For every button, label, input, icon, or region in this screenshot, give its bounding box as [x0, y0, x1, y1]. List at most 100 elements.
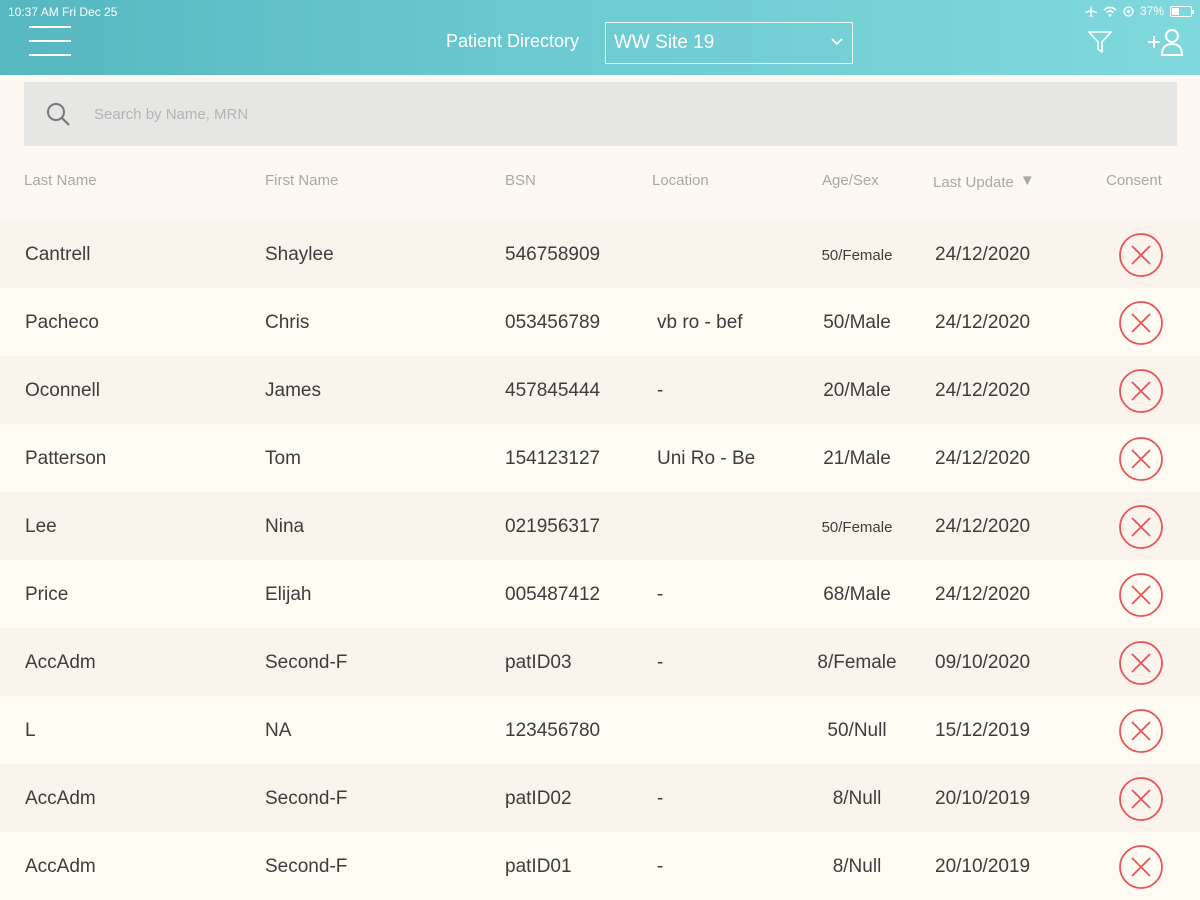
cell-location: - [657, 856, 664, 877]
x-circle-icon [1119, 437, 1163, 481]
table-row[interactable]: AccAdm Second-F patID03 - 8/Female 09/10/2020 [0, 628, 1200, 696]
cell-last-name: Cantrell [25, 244, 91, 265]
x-circle-icon [1119, 777, 1163, 821]
cell-bsn: 005487412 [505, 584, 601, 605]
column-header-first-name[interactable]: First Name [265, 172, 338, 189]
cell-age-sex: 21/Male [823, 448, 891, 469]
cell-last-name: Price [25, 584, 69, 605]
search-bar [24, 82, 1177, 146]
cell-bsn: 021956317 [505, 516, 601, 537]
consent-status-button[interactable] [1118, 776, 1164, 822]
cell-age-sex: 8/Null [832, 856, 882, 877]
battery-level [1172, 7, 1179, 15]
cell-location: - [657, 652, 664, 673]
cell-bsn: 154123127 [505, 448, 601, 469]
cell-bsn: patID02 [505, 788, 572, 809]
x-circle-icon [1119, 505, 1163, 549]
cell-last-name: L [25, 720, 36, 741]
cell-location: Uni Ro - Be [657, 448, 756, 469]
cell-last-update: 20/10/2019 [935, 856, 1031, 877]
cell-last-name: AccAdm [25, 652, 96, 673]
cell-last-update: 24/12/2020 [935, 244, 1031, 265]
consent-status-button[interactable] [1118, 300, 1164, 346]
column-header-last-update-label: Last Update [933, 174, 1014, 191]
cell-first-name: Tom [265, 448, 301, 469]
consent-status-button[interactable] [1118, 368, 1164, 414]
consent-status-button[interactable] [1118, 232, 1164, 278]
cell-last-update: 24/12/2020 [935, 516, 1031, 537]
x-circle-icon [1119, 845, 1163, 889]
cell-first-name: Second-F [265, 856, 348, 877]
cell-last-name: AccAdm [25, 788, 96, 809]
table-row[interactable]: Cantrell Shaylee 546758909 50/Female 24/12/2… [0, 220, 1200, 288]
cell-first-name: NA [265, 720, 292, 741]
column-header-last-update[interactable]: Last Update ▼ [933, 172, 1035, 191]
table-row[interactable]: Price Elijah 005487412 - 68/Male 24/12/2020 [0, 560, 1200, 628]
cell-age-sex: 50/Female [821, 247, 893, 264]
table-row[interactable]: AccAdm Second-F patID02 - 8/Null 20/10/2019 [0, 764, 1200, 832]
consent-status-button[interactable] [1118, 572, 1164, 618]
battery-icon [1170, 5, 1194, 17]
status-indicators: 37% [1084, 4, 1194, 18]
table-row[interactable]: Pacheco Chris 053456789 vb ro - bef 50/Male 2… [0, 288, 1200, 356]
cell-location: - [657, 584, 664, 605]
cell-first-name: Elijah [265, 584, 312, 605]
chevron-down-icon [831, 38, 843, 46]
add-user-icon [1148, 29, 1184, 56]
filter-button[interactable] [1087, 30, 1113, 59]
hamburger-menu-button[interactable] [29, 24, 71, 58]
page-title: Patient Directory [446, 31, 580, 51]
cell-age-sex: 8/Female [817, 652, 897, 673]
table-row[interactable]: Patterson Tom 154123127 Uni Ro - Be 21/Male 2… [0, 424, 1200, 492]
x-circle-icon [1119, 369, 1163, 413]
cell-first-name: Chris [265, 312, 310, 333]
consent-status-button[interactable] [1118, 708, 1164, 754]
cell-age-sex: 50/Female [821, 519, 893, 536]
column-header-consent: Consent [1106, 172, 1162, 189]
battery-percent: 37% [1139, 4, 1164, 18]
cell-last-update: 24/12/2020 [935, 448, 1031, 469]
cell-age-sex: 8/Null [832, 788, 882, 809]
table-row[interactable]: Lee Nina 021956317 50/Female 24/12/2020 [0, 492, 1200, 560]
cell-first-name: Shaylee [265, 244, 334, 265]
column-header-bsn[interactable]: BSN [505, 172, 536, 189]
cell-age-sex: 50/Null [827, 720, 887, 741]
sort-down-icon: ▼ [1019, 172, 1035, 189]
cell-last-update: 09/10/2020 [935, 652, 1031, 673]
cell-bsn: 053456789 [505, 312, 601, 333]
cell-last-name: Oconnell [25, 380, 100, 401]
cell-bsn: patID03 [505, 652, 572, 673]
patient-list: Cantrell Shaylee 546758909 50/Female 24/12/2… [0, 220, 1200, 900]
status-time: 10:37 AM Fri Dec 25 [8, 5, 118, 19]
table-row[interactable]: AccAdm Second-F patID01 - 8/Null 20/10/2019 [0, 832, 1200, 900]
consent-status-button[interactable] [1118, 436, 1164, 482]
cell-last-update: 15/12/2019 [935, 720, 1031, 741]
cell-age-sex: 20/Male [823, 380, 891, 401]
site-dropdown[interactable]: WW Site 19 [605, 22, 853, 64]
column-header-last-name[interactable]: Last Name [24, 172, 97, 189]
cell-last-update: 24/12/2020 [935, 584, 1031, 605]
consent-status-button[interactable] [1118, 504, 1164, 550]
x-circle-icon [1119, 641, 1163, 685]
x-circle-icon [1119, 709, 1163, 753]
table-row[interactable]: Oconnell James 457845444 - 20/Male 24/12/2020 [0, 356, 1200, 424]
cell-bsn: 546758909 [505, 244, 601, 265]
add-patient-button[interactable] [1146, 28, 1186, 61]
cell-first-name: Nina [265, 516, 305, 537]
cell-last-update: 20/10/2019 [935, 788, 1031, 809]
consent-status-button[interactable] [1118, 844, 1164, 890]
consent-status-button[interactable] [1118, 640, 1164, 686]
cell-bsn: patID01 [505, 856, 572, 877]
search-input[interactable] [94, 94, 1154, 134]
airplane-icon [1084, 5, 1097, 17]
cell-last-update: 24/12/2020 [935, 312, 1031, 333]
cell-location: - [657, 788, 664, 809]
cell-last-name: Lee [25, 516, 57, 537]
search-icon [47, 103, 70, 126]
table-row[interactable]: L NA 123456780 50/Null 15/12/2019 [0, 696, 1200, 764]
x-circle-icon [1119, 301, 1163, 345]
column-header-location[interactable]: Location [652, 172, 709, 189]
app-header: 10:37 AM Fri Dec 25 37% Patient Director… [0, 0, 1200, 75]
wifi-icon [1103, 6, 1117, 17]
column-header-age-sex[interactable]: Age/Sex [822, 172, 879, 189]
